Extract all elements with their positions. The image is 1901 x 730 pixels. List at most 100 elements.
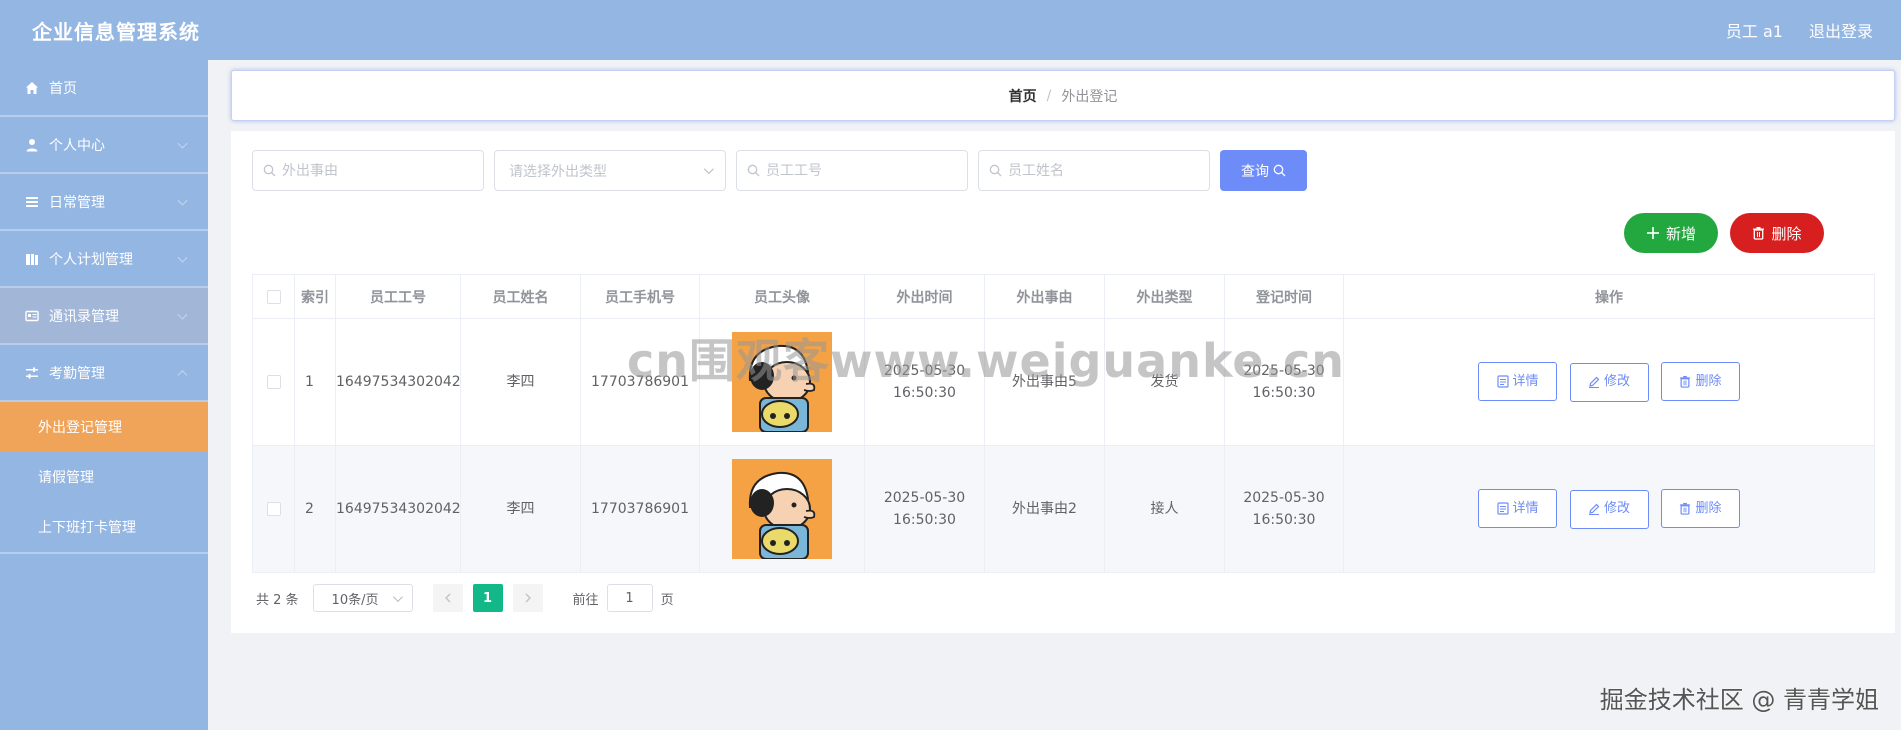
row-select-cell[interactable]: [252, 318, 295, 446]
column-header: 员工手机号: [580, 274, 700, 319]
sidebar-subitem-clock[interactable]: 上下班打卡管理: [0, 502, 208, 552]
edit-label: 修改: [1603, 374, 1630, 390]
edit-button[interactable]: 修改: [1569, 489, 1649, 529]
sidebar-item-daily[interactable]: 日常管理: [0, 174, 208, 231]
outing-table: 索引 员工工号 员工姓名 员工手机号 员工头像 外出时间 外出事由 外出类型 登…: [252, 274, 1875, 573]
goto-suffix: 页: [660, 592, 674, 608]
sliders-icon: [24, 365, 40, 381]
top-header: 企业信息管理系统 员工 a1 退出登录: [0, 0, 1901, 60]
cell-actions: 详情 修改 删除: [1343, 318, 1875, 446]
cell-empno: 16497534302042: [335, 318, 461, 446]
breadcrumb-current: 外出登记: [1061, 88, 1118, 105]
empno-search-field[interactable]: [736, 150, 968, 191]
column-header: 索引: [294, 274, 336, 319]
delete-button[interactable]: 删除: [1660, 489, 1740, 529]
page-number-current[interactable]: 1: [472, 584, 503, 612]
watermark-corner: 掘金技术社区 @ 青青学姐: [1599, 686, 1879, 714]
cell-reason: 外出事由5: [984, 318, 1105, 446]
query-button[interactable]: 查询: [1220, 150, 1307, 191]
cell-avatar: [699, 445, 865, 573]
detail-button[interactable]: 详情: [1478, 362, 1558, 402]
chevron-left-icon: [444, 593, 451, 603]
breadcrumb-home[interactable]: 首页: [1009, 86, 1037, 106]
chevron-up-icon: [177, 369, 188, 380]
edit-icon: [1588, 503, 1600, 516]
delete-label: 删除: [1695, 500, 1722, 516]
table-header-row: 索引 员工工号 员工姓名 员工手机号 员工头像 外出时间 外出事由 外出类型 登…: [252, 274, 1875, 319]
search-icon: [263, 164, 276, 177]
sidebar: 首页 个人中心 日常管理 个人计划管理 通讯录管理 考勤管理 外出登记管理 请假…: [0, 60, 208, 730]
page-size-select[interactable]: 10条/页: [312, 584, 413, 612]
cell-avatar: [699, 318, 865, 446]
chevron-down-icon: [177, 195, 188, 206]
column-header: 登记时间: [1224, 274, 1344, 319]
cell-empno: 16497534302042: [335, 445, 461, 573]
search-icon: [747, 164, 760, 177]
current-user[interactable]: 员工 a1: [1726, 18, 1783, 42]
header-select-all[interactable]: [252, 274, 295, 319]
column-header: 外出类型: [1104, 274, 1225, 319]
cell-type: 接人: [1104, 445, 1225, 573]
sidebar-item-attendance[interactable]: 考勤管理: [0, 345, 208, 402]
total-count: 共 2 条: [256, 592, 299, 608]
sidebar-item-contacts[interactable]: 通讯录管理: [0, 288, 208, 345]
column-header: 操作: [1343, 274, 1875, 319]
cell-name: 李四: [460, 318, 581, 446]
empno-search-input[interactable]: [766, 162, 957, 179]
edit-button[interactable]: 修改: [1569, 362, 1649, 402]
column-header: 员工头像: [699, 274, 865, 319]
name-search-input[interactable]: [1008, 162, 1199, 179]
sidebar-item-label: 通讯录管理: [49, 308, 119, 325]
cell-phone: 17703786901: [580, 445, 700, 573]
edit-label: 修改: [1603, 501, 1630, 517]
name-search-field[interactable]: [978, 150, 1210, 191]
chevron-down-icon: [177, 138, 188, 149]
select-all-checkbox[interactable]: [266, 289, 281, 304]
home-icon: [24, 80, 40, 96]
chevron-down-icon: [703, 164, 714, 175]
detail-button[interactable]: 详情: [1478, 489, 1558, 529]
query-button-label: 查询: [1241, 163, 1269, 180]
column-header: 外出时间: [864, 274, 985, 319]
avatar[interactable]: [732, 332, 832, 432]
reason-search-input[interactable]: [282, 162, 473, 179]
detail-label: 详情: [1512, 373, 1539, 389]
sidebar-item-label: 个人计划管理: [49, 251, 133, 268]
row-checkbox[interactable]: [266, 502, 281, 516]
logout-link[interactable]: 退出登录: [1809, 18, 1873, 42]
sidebar-item-personal-center[interactable]: 个人中心: [0, 117, 208, 174]
goto-page-input[interactable]: [606, 584, 653, 612]
prev-page-button[interactable]: [432, 584, 463, 612]
cell-out-time: 2025-05-30 16:50:30: [864, 445, 985, 573]
add-button[interactable]: 新增: [1624, 213, 1718, 253]
contact-card-icon: [24, 308, 40, 324]
column-header: 外出事由: [984, 274, 1105, 319]
cell-type: 发货: [1104, 318, 1225, 446]
header-user-area: 员工 a1 退出登录: [1726, 18, 1873, 42]
sidebar-item-home[interactable]: 首页: [0, 60, 208, 117]
sidebar-item-plan[interactable]: 个人计划管理: [0, 231, 208, 288]
book-icon: [24, 251, 40, 267]
next-page-button[interactable]: [512, 584, 543, 612]
search-icon: [1273, 164, 1286, 177]
batch-delete-button[interactable]: 删除: [1730, 213, 1824, 253]
sidebar-item-label: 个人中心: [49, 137, 105, 154]
chevron-down-icon: [177, 309, 188, 320]
search-icon: [989, 164, 1002, 177]
row-checkbox[interactable]: [266, 375, 281, 389]
sidebar-subitem-outing[interactable]: 外出登记管理: [0, 402, 208, 452]
goto-prefix: 前往: [572, 592, 599, 608]
type-select-placeholder: 请选择外出类型: [509, 163, 607, 180]
table-row: 1 16497534302042 李四 17703786901 2025-05-…: [252, 318, 1875, 446]
type-select[interactable]: 请选择外出类型: [494, 150, 726, 191]
plus-icon: [1646, 227, 1659, 239]
reason-search-field[interactable]: [252, 150, 484, 191]
cell-phone: 17703786901: [580, 318, 700, 446]
avatar[interactable]: [732, 459, 832, 559]
sidebar-subitem-leave[interactable]: 请假管理: [0, 452, 208, 502]
attendance-submenu: 外出登记管理 请假管理 上下班打卡管理: [0, 402, 208, 554]
delete-button[interactable]: 删除: [1660, 362, 1740, 402]
row-select-cell[interactable]: [252, 445, 295, 573]
cell-reg-time: 2025-05-30 16:50:30: [1224, 318, 1344, 446]
cell-out-time: 2025-05-30 16:50:30: [864, 318, 985, 446]
